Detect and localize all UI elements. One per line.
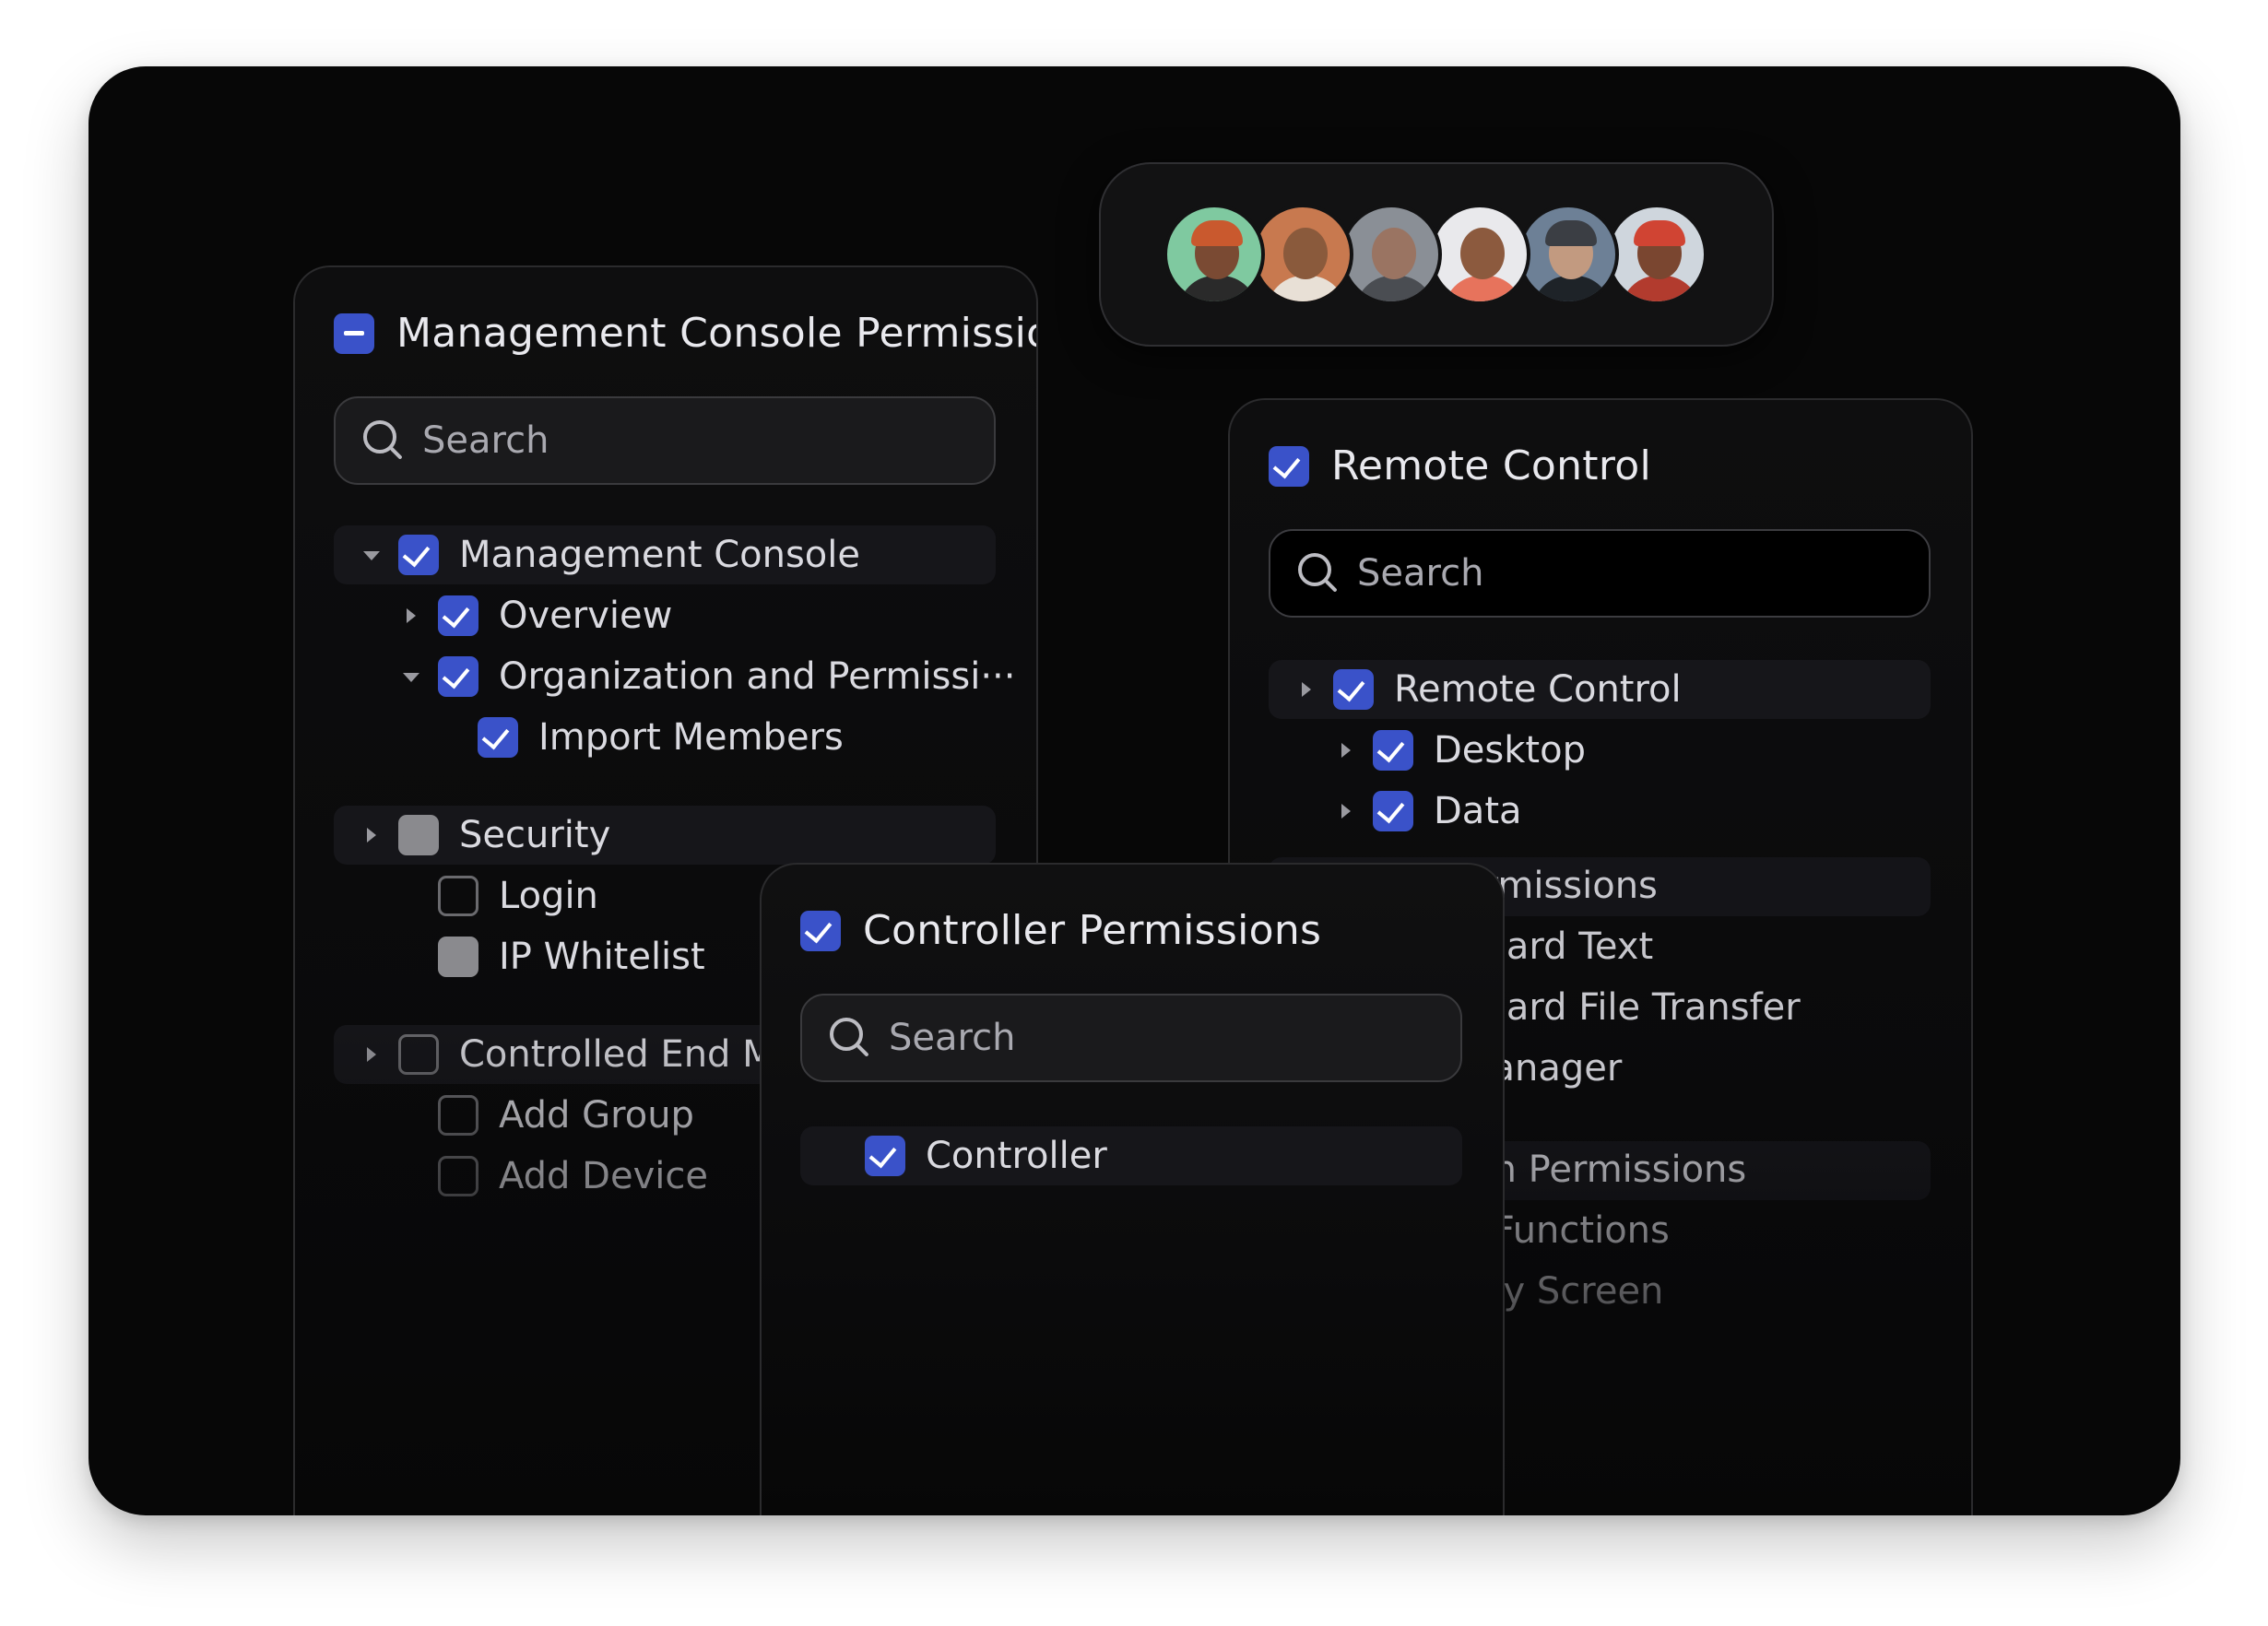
avatar-face — [1460, 228, 1505, 279]
avatar-hat — [1634, 220, 1685, 246]
avatar[interactable] — [1252, 204, 1353, 305]
tree-row-label: Management Console — [459, 534, 860, 576]
avatar[interactable] — [1341, 204, 1442, 305]
tree-row-label: Add Device — [499, 1155, 708, 1197]
avatar-figure — [1444, 276, 1523, 301]
tree-checkbox[interactable] — [398, 1034, 439, 1075]
tree-checkbox[interactable] — [478, 717, 518, 758]
tree-row[interactable]: Management Console — [334, 525, 996, 584]
tree-row-label: Import Members — [538, 716, 844, 759]
panel-header: Controller Permissions — [800, 907, 1321, 954]
avatar-figure — [1267, 276, 1346, 301]
search-placeholder: Search — [1357, 552, 1484, 595]
tree-row-label: Controlled End Ma — [459, 1033, 797, 1076]
avatar[interactable] — [1518, 204, 1619, 305]
tree-checkbox[interactable] — [1333, 669, 1374, 710]
search-icon — [1296, 551, 1341, 595]
select-all-checkbox[interactable] — [800, 910, 841, 951]
tree-row-label: Remote Control — [1394, 668, 1682, 711]
chevron-right-icon[interactable] — [358, 821, 385, 849]
app-canvas: Management Console Permissions Search Ma… — [89, 66, 2180, 1515]
search-icon — [361, 418, 406, 463]
chevron-right-icon[interactable] — [397, 602, 425, 630]
panel-title: Controller Permissions — [863, 907, 1322, 954]
tree-row[interactable]: Security — [334, 806, 996, 865]
avatar[interactable] — [1164, 204, 1265, 305]
select-all-checkbox[interactable] — [1269, 445, 1309, 487]
tree-checkbox[interactable] — [438, 876, 478, 916]
select-all-checkbox[interactable] — [334, 312, 374, 354]
avatar-figure — [1355, 276, 1435, 301]
tree-row-label: Overview — [499, 595, 673, 637]
avatar-face — [1372, 228, 1416, 279]
search-input[interactable]: Search — [334, 396, 996, 485]
avatar-hat — [1191, 220, 1243, 246]
tree-checkbox[interactable] — [438, 656, 478, 697]
avatar-figure — [1532, 276, 1612, 301]
tree-row[interactable]: Remote Control — [1269, 660, 1931, 719]
tree-row-label: Desktop — [1434, 729, 1586, 772]
search-placeholder: Search — [422, 419, 549, 462]
tree-checkbox[interactable] — [438, 1095, 478, 1136]
tree-row[interactable]: Data — [1269, 782, 1931, 841]
avatar-figure — [1178, 276, 1258, 301]
search-input[interactable]: Search — [1269, 529, 1931, 618]
tree-row-label: Controller — [926, 1135, 1107, 1177]
chevron-down-icon[interactable] — [397, 663, 425, 690]
tree-row[interactable]: Overview — [334, 586, 996, 645]
panel-title: Remote Control — [1331, 442, 1652, 489]
tree-checkbox[interactable] — [438, 595, 478, 636]
tree-checkbox[interactable] — [1373, 730, 1413, 771]
tree-row[interactable]: Controller — [800, 1126, 1462, 1185]
panel-header: Management Console Permissions — [334, 310, 1038, 357]
chevron-right-icon[interactable] — [1332, 797, 1360, 825]
search-placeholder: Search — [889, 1017, 1016, 1059]
avatar[interactable] — [1606, 204, 1707, 305]
tree-checkbox[interactable] — [1373, 791, 1413, 831]
tree-row-label: IP Whitelist — [499, 936, 705, 978]
tree-checkbox[interactable] — [865, 1136, 905, 1176]
tree-row[interactable]: Import Members — [334, 708, 996, 767]
avatar[interactable] — [1429, 204, 1530, 305]
tree-checkbox[interactable] — [438, 1156, 478, 1196]
tree-row-label: Add Group — [499, 1094, 694, 1137]
avatar-group — [1099, 162, 1774, 347]
tree-row-label: Security — [459, 814, 611, 856]
tree-row[interactable]: Organization and Permissi··· — [334, 647, 1015, 706]
chevron-right-icon[interactable] — [1332, 736, 1360, 764]
panel-header: Remote Control — [1269, 442, 1651, 489]
tree-row-label: board File Transfer — [1460, 986, 1801, 1029]
avatar-face — [1283, 228, 1328, 279]
tree-row-label: Data — [1434, 790, 1522, 832]
tree-row[interactable]: Desktop — [1269, 721, 1931, 780]
search-icon — [828, 1016, 872, 1060]
search-input[interactable]: Search — [800, 994, 1462, 1082]
chevron-down-icon[interactable] — [358, 541, 385, 569]
avatar-figure — [1621, 276, 1700, 301]
tree-checkbox[interactable] — [438, 937, 478, 977]
controller-permissions-panel: Controller Permissions Search Controller — [760, 863, 1505, 1515]
chevron-right-icon[interactable] — [358, 1041, 385, 1068]
chevron-right-icon[interactable] — [1293, 676, 1320, 703]
avatar-hat — [1545, 220, 1597, 246]
tree-row-label: Login — [499, 875, 598, 917]
panel-title: Management Console Permissions — [396, 310, 1038, 357]
tree-row-label: Organization and Permissi··· — [499, 655, 1016, 698]
tree-checkbox[interactable] — [398, 535, 439, 575]
tree-checkbox[interactable] — [398, 815, 439, 855]
